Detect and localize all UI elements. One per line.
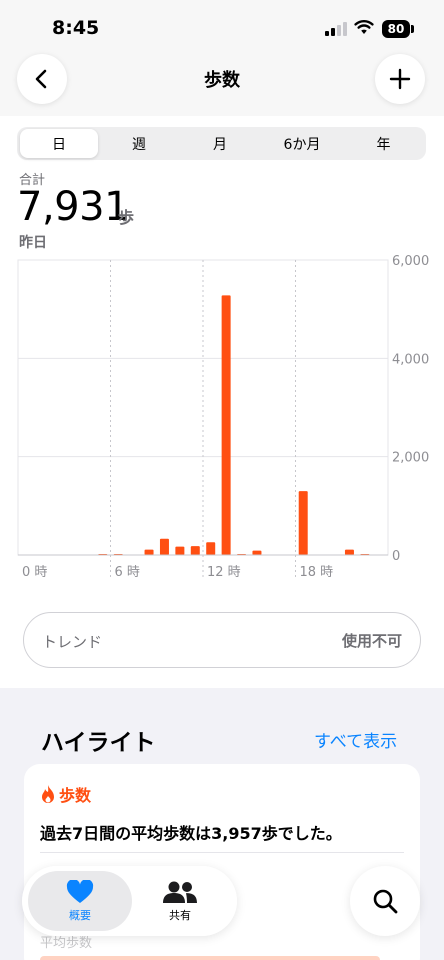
- chart-bar: [190, 546, 200, 555]
- highlight-text: 過去7日間の平均歩数は3,957歩でした。: [40, 824, 342, 843]
- y-tick-label: 4,000: [392, 352, 429, 367]
- x-tick-label: 18 時: [300, 565, 334, 580]
- heart-icon: [66, 879, 94, 903]
- navigation-bar: 歩数: [0, 54, 444, 116]
- tab-summary-label: 概要: [69, 908, 91, 922]
- trend-value: 使用不可: [341, 632, 402, 650]
- search-button[interactable]: [350, 866, 420, 936]
- x-tick-label: 12 時: [207, 565, 241, 580]
- highlight-category-label: 歩数: [59, 786, 92, 805]
- y-tick-label: 0: [392, 549, 400, 564]
- battery-level: 80: [382, 20, 410, 38]
- show-all-link[interactable]: すべて表示: [314, 727, 397, 752]
- highlights-heading: ハイライト: [41, 730, 156, 756]
- hourly-steps-chart[interactable]: 6,000 4,000 2,000 0 0 時 6 時 12 時 18 時: [0, 116, 444, 586]
- trend-label: トレンド: [42, 633, 103, 651]
- status-time: 8:45: [52, 17, 100, 39]
- people-icon: [163, 881, 197, 903]
- y-tick-label: 6,000: [392, 254, 429, 269]
- chart-bar: [144, 549, 154, 555]
- x-tick-label: 6 時: [115, 565, 140, 580]
- highlight-average-bar: [40, 956, 380, 960]
- add-data-button[interactable]: [375, 54, 425, 104]
- tab-sharing-label: 共有: [169, 908, 191, 922]
- highlight-divider: [40, 852, 404, 853]
- chart-bar: [344, 549, 354, 555]
- plus-icon: [389, 68, 411, 90]
- battery-tip: [411, 25, 414, 33]
- chart-bar: [206, 542, 216, 555]
- x-tick-label: 0 時: [22, 565, 47, 580]
- tab-sharing[interactable]: 共有: [128, 871, 232, 931]
- chart-bar: [252, 550, 262, 555]
- chart-bar: [221, 295, 231, 555]
- steps-chart-card: 日 週 月 6か月 年 合計 7,931 歩 昨日 6,000 4,000 2,00…: [0, 116, 444, 688]
- magnifier-icon: [373, 889, 398, 914]
- status-bar: 8:45 80: [0, 0, 444, 56]
- trend-row[interactable]: トレンド 使用不可: [23, 612, 421, 668]
- y-tick-label: 2,000: [392, 451, 429, 466]
- tab-summary[interactable]: 概要: [28, 871, 132, 931]
- wifi-icon: [354, 20, 374, 34]
- tab-bar: 概要 共有: [22, 866, 237, 936]
- chart-bar: [159, 538, 169, 555]
- highlight-category: 歩数: [40, 782, 91, 806]
- flame-icon: [42, 785, 54, 803]
- cellular-signal-icon: [325, 22, 347, 36]
- chart-bar: [175, 546, 185, 555]
- chart-bar: [298, 491, 308, 555]
